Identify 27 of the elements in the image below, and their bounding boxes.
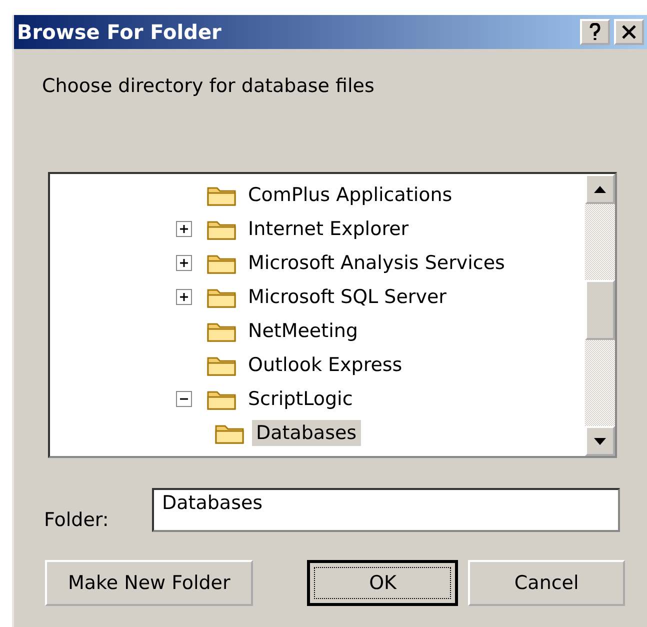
help-button[interactable] [580, 19, 610, 45]
tree-item[interactable]: Internet Explorer [244, 216, 413, 242]
window-title: Browse For Folder [17, 20, 222, 44]
tree-item[interactable]: ScriptLogic [244, 386, 357, 412]
scroll-down-icon[interactable] [585, 426, 615, 456]
close-button[interactable] [614, 19, 644, 45]
tree-item[interactable]: NetMeeting [244, 318, 362, 344]
tree-item[interactable]: Outlook Express [244, 352, 406, 378]
close-icon [622, 25, 636, 39]
expand-icon[interactable] [176, 221, 192, 237]
scroll-thumb[interactable] [585, 280, 615, 340]
prompt-text: Choose directory for database files [42, 75, 376, 97]
expand-icon[interactable] [176, 289, 192, 305]
scroll-up-icon[interactable] [585, 174, 615, 204]
tree-item[interactable]: Microsoft Analysis Services [244, 250, 509, 276]
dialog-button[interactable]: Make New Folder [45, 560, 254, 606]
collapse-icon[interactable] [176, 391, 192, 407]
expand-icon[interactable] [176, 255, 192, 271]
tree-item[interactable]: ComPlus Applications [244, 182, 456, 208]
tree-item[interactable]: Databases [252, 420, 361, 446]
folder-field[interactable]: Databases [152, 488, 620, 532]
question-mark-icon [589, 23, 601, 41]
dialog-button[interactable]: OK [307, 560, 458, 606]
dialog-button[interactable]: Cancel [468, 560, 625, 606]
folder-label: Folder: [44, 509, 110, 531]
tree-item[interactable]: Microsoft SQL Server [244, 284, 450, 310]
scrollbar[interactable] [585, 174, 615, 456]
